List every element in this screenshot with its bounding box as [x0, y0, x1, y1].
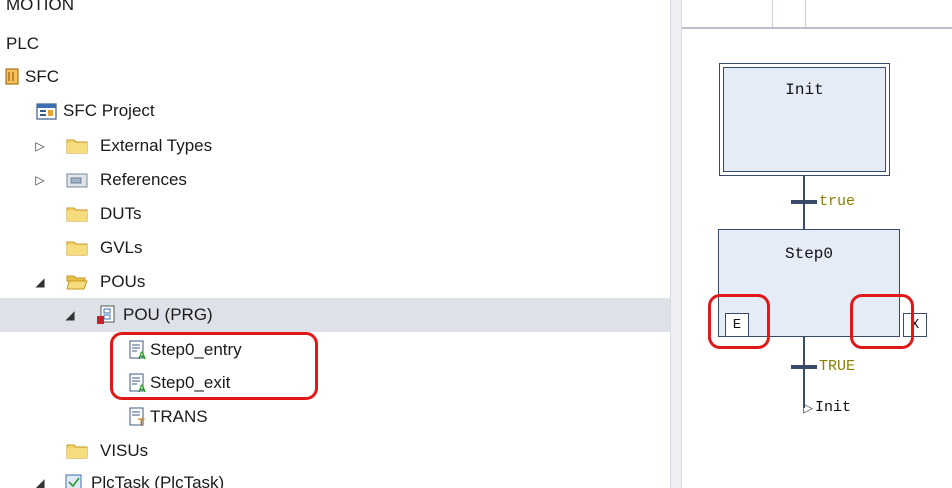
folder-icon	[66, 206, 88, 222]
tree-item-label: PlcTask (PlcTask)	[91, 473, 225, 488]
tree-item-duts[interactable]: DUTs	[0, 197, 670, 231]
transition-bar[interactable]	[791, 200, 817, 204]
plc-device-icon	[4, 67, 24, 87]
tree-item-plc[interactable]: PLC	[0, 27, 670, 61]
tree-item-label: VISUs	[100, 441, 149, 460]
collapse-arrow-icon[interactable]: ◢	[33, 476, 47, 488]
task-icon	[64, 473, 84, 488]
tree-item-pous[interactable]: ◢ POUs	[0, 265, 670, 299]
expand-arrow-icon[interactable]: ▷	[33, 173, 47, 187]
tree-item-label: DUTs	[100, 204, 142, 223]
tree-item-label: MOTION	[6, 0, 74, 14]
tree-item-motion[interactable]: MOTION	[0, 0, 670, 22]
jump-target[interactable]: Init	[815, 399, 851, 416]
tree-item-pou-prg[interactable]: ◢ POU (PRG)	[0, 298, 670, 332]
project-icon	[36, 101, 57, 121]
header-divider	[805, 0, 806, 27]
panel-splitter[interactable]	[670, 0, 682, 488]
tree-item-label: POU (PRG)	[123, 305, 213, 324]
folder-icon	[66, 240, 88, 256]
tree-item-label: External Types	[100, 136, 213, 155]
tree-item-external-types[interactable]: ▷ External Types	[0, 129, 670, 163]
collapse-arrow-icon[interactable]: ◢	[33, 275, 47, 289]
tree-item-sfc[interactable]: SFC	[0, 60, 670, 94]
tree-item-step0-entry[interactable]: A Step0_entry	[0, 333, 670, 367]
tree-item-step0-exit[interactable]: A Step0_exit	[0, 366, 670, 400]
init-step-inner: Init	[723, 67, 886, 172]
jump-arrow-icon: ▷	[803, 400, 813, 415]
svg-text:T: T	[138, 417, 145, 427]
transition-bar[interactable]	[791, 365, 817, 369]
sfc-connector	[803, 337, 805, 408]
sfc-editor: Init true Step0 E X TRUE ▷ Init	[682, 0, 952, 488]
tree-item-label: PLC	[6, 34, 40, 53]
collapse-arrow-icon[interactable]: ◢	[63, 308, 77, 322]
step0-label: Step0	[784, 245, 833, 263]
entry-exit-highlight	[110, 332, 318, 400]
init-step-label: Init	[785, 81, 824, 99]
tree-item-label: SFC Project	[63, 101, 155, 120]
tree-item-label: GVLs	[100, 238, 143, 257]
tree-item-gvls[interactable]: GVLs	[0, 231, 670, 265]
references-icon	[66, 172, 88, 188]
open-folder-icon	[66, 274, 88, 290]
tree-item-trans[interactable]: T TRANS	[0, 400, 670, 434]
tree-item-references[interactable]: ▷ References	[0, 163, 670, 197]
transition-condition: true	[819, 193, 856, 210]
tree-item-label: SFC	[25, 67, 59, 86]
folder-icon	[66, 443, 88, 459]
tree-item-plctask[interactable]: ◢ PlcTask (PlcTask)	[0, 466, 670, 488]
tree-item-visus[interactable]: VISUs	[0, 434, 670, 468]
tree-item-label: TRANS	[150, 407, 208, 426]
exit-action-highlight	[850, 294, 914, 349]
entry-action-highlight	[708, 294, 770, 349]
tree-item-sfc-project[interactable]: SFC Project	[0, 94, 670, 128]
tree-item-label: References	[100, 170, 187, 189]
pou-sfc-icon	[96, 305, 116, 325]
editor-header	[682, 0, 952, 29]
folder-icon	[66, 138, 88, 154]
tree-item-label: POUs	[100, 272, 146, 291]
expand-arrow-icon[interactable]: ▷	[33, 139, 47, 153]
transition-condition: TRUE	[819, 358, 856, 375]
header-divider	[772, 0, 773, 27]
init-step[interactable]: Init	[719, 63, 890, 176]
transition-icon: T	[128, 407, 148, 429]
project-tree-panel: MOTION PLC SFC SFC Project ▷ External Ty…	[0, 0, 670, 488]
